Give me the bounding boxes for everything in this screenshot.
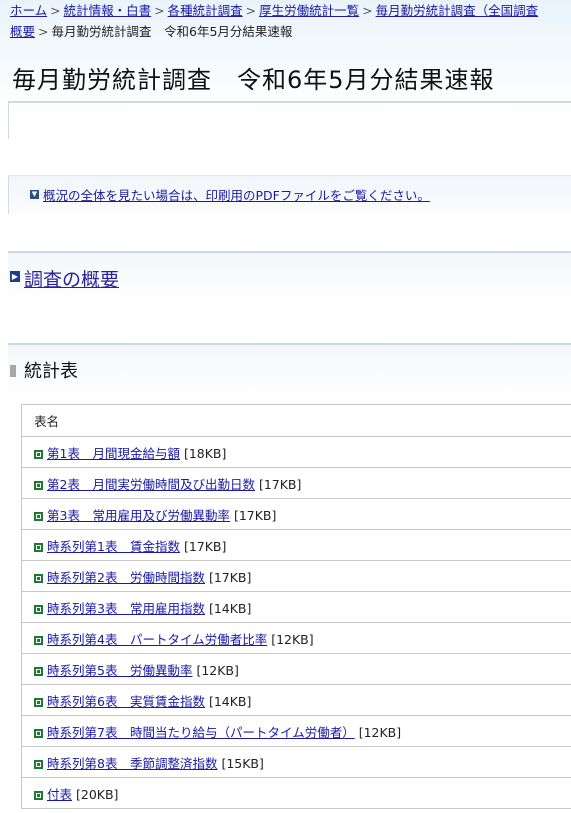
file-size: [15KB] [221,755,264,771]
table-row: 時系列第5表 労働異動率 [12KB] [21,653,571,685]
table-file-link[interactable]: 時系列第8表 季節調整済指数 [47,756,217,771]
breadcrumb-home[interactable]: ホーム [10,3,47,18]
table-file-link[interactable]: 第3表 常用雇用及び労働異動率 [47,508,230,523]
table-row: 第3表 常用雇用及び労働異動率 [17KB] [21,498,571,530]
table-row: 第2表 月間実労働時間及び出勤日数 [17KB] [21,467,571,499]
pdf-summary-link[interactable]: 概況の全体を見たい場合は、印刷用のPDFファイルをご覧ください。 [43,185,430,204]
table-row: 時系列第6表 実質賃金指数 [14KB] [21,684,571,716]
file-size: [17KB] [183,538,227,554]
statistics-table: 表名 第1表 月間現金給与額 [18KB] 第2表 月間実労働時間及び出勤日数 … [21,404,571,809]
breadcrumb: ホーム > 統計情報・白書 > 各種統計調査 > 厚生労働統計一覧 > 毎月勤労統計調査（全国調… [10,0,571,42]
survey-outline-section: ▶ 調査の概要 [8,251,571,303]
excel-file-icon [34,449,43,459]
breadcrumb-current: 毎月勤労統計調査 令和6年5月分結果速報 [51,24,293,39]
table-row: 時系列第1表 賃金指数 [17KB] [21,529,571,561]
excel-file-icon [34,790,43,800]
table-row: 時系列第7表 時間当たり給与（パートタイム労働者） [12KB] [21,715,571,747]
breadcrumb-separator: > [38,24,49,39]
page-title: 毎月勤労統計調査 令和6年5月分結果速報 [12,66,495,94]
file-size: [17KB] [258,476,302,492]
breadcrumb-monthly-labour-survey[interactable]: 毎月勤労統計調査（全国調査 [376,3,539,18]
breadcrumb-statistics[interactable]: 統計情報・白書 [64,3,152,18]
table-column-header: 表名 [21,404,571,437]
table-file-link[interactable]: 時系列第6表 実質賃金指数 [47,694,205,709]
excel-file-icon [34,604,43,614]
table-file-link[interactable]: 時系列第3表 常用雇用指数 [47,601,205,616]
file-size: [17KB] [233,507,277,523]
table-row: 時系列第8表 季節調整済指数 [15KB] [21,746,571,778]
table-file-link[interactable]: 時系列第2表 労働時間指数 [47,570,205,585]
arrow-right-icon: ▶ [10,271,20,282]
table-row: 時系列第3表 常用雇用指数 [14KB] [21,591,571,623]
table-file-link[interactable]: 付表 [47,787,72,802]
table-file-link[interactable]: 時系列第4表 パートタイム労働者比率 [47,632,267,647]
excel-file-icon [34,728,43,738]
breadcrumb-separator: > [245,3,257,18]
file-size: [18KB] [183,445,227,461]
breadcrumb-separator: > [50,3,61,18]
table-row: 付表 [20KB] [21,777,571,809]
section-marker-icon [10,365,16,377]
content-panel [8,103,571,139]
pdf-note-box: ▼ 概況の全体を見たい場合は、印刷用のPDFファイルをご覧ください。 [8,175,571,214]
table-row: 時系列第4表 パートタイム労働者比率 [12KB] [21,622,571,654]
table-file-link[interactable]: 時系列第7表 時間当たり給与（パートタイム労働者） [47,725,355,740]
excel-file-icon [34,666,43,676]
file-size: [12KB] [271,631,314,647]
survey-outline-link[interactable]: 調査の概要 [24,265,119,292]
table-file-link[interactable]: 第1表 月間現金給与額 [47,446,180,461]
excel-file-icon [34,573,43,583]
file-size: [17KB] [208,569,252,585]
excel-file-icon [34,635,43,645]
file-size: [12KB] [196,662,239,678]
statistics-tables-section: 統計表 [8,343,571,397]
table-file-link[interactable]: 時系列第1表 賃金指数 [47,539,180,554]
file-size: [12KB] [358,724,402,740]
excel-file-icon [34,511,43,521]
download-arrow-icon: ▼ [30,190,39,199]
excel-file-icon [34,480,43,490]
table-file-link[interactable]: 第2表 月間実労働時間及び出勤日数 [47,477,255,492]
file-size: [14KB] [208,693,252,709]
breadcrumb-separator: > [362,3,373,18]
table-file-link[interactable]: 時系列第5表 労働異動率 [47,663,192,678]
breadcrumb-mhlw-stats-list[interactable]: 厚生労働統計一覧 [259,3,359,18]
excel-file-icon [34,542,43,552]
breadcrumb-monthly-labour-survey-cont[interactable]: 概要 [10,24,35,39]
breadcrumb-surveys[interactable]: 各種統計調査 [168,3,243,18]
file-size: [20KB] [76,786,119,802]
breadcrumb-separator: > [154,3,165,18]
file-size: [14KB] [208,600,252,616]
excel-file-icon [34,759,43,769]
excel-file-icon [34,697,43,707]
table-header-row: 表名 [21,404,571,437]
table-row: 時系列第2表 労働時間指数 [17KB] [21,560,571,592]
table-row: 第1表 月間現金給与額 [18KB] [21,436,571,468]
statistics-tables-heading: 統計表 [24,361,78,382]
